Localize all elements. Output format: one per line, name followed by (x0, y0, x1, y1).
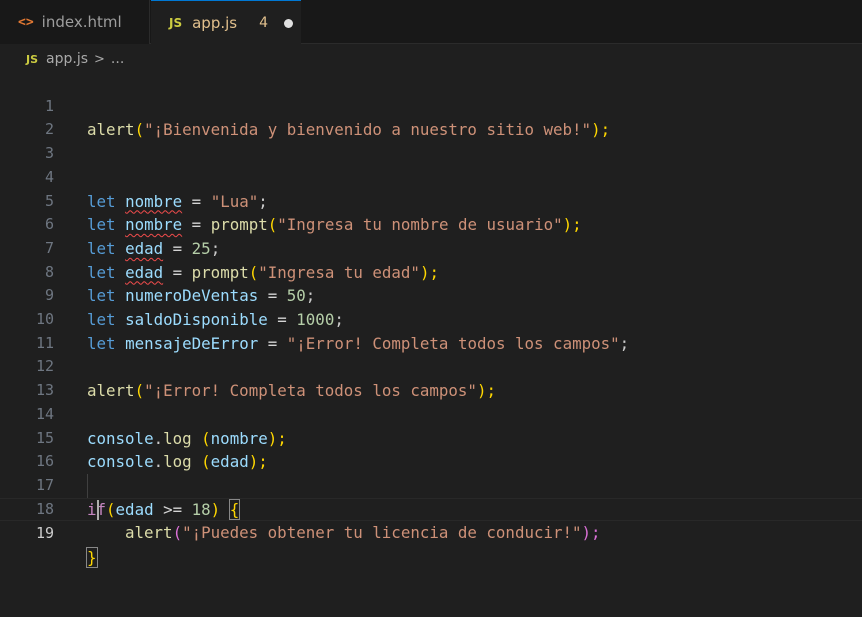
problems-count-badge: 4 (259, 15, 269, 31)
code-line[interactable]: 16 (0, 427, 862, 470)
code-line-current[interactable]: 19 } (0, 497, 862, 568)
code-line[interactable]: 5 let nombre = prompt("Ingresa tu nombre… (0, 166, 862, 235)
token-punct: ); (581, 523, 601, 543)
code-line[interactable]: 12 alert("¡Error! Completa todos los cam… (0, 332, 862, 400)
code-line[interactable]: 1 alert("¡Bienvenida y bienvenido a nues… (0, 71, 862, 140)
html-file-icon: <> (18, 14, 34, 30)
code-line[interactable]: 7 let edad = prompt("Ingresa tu edad"); (0, 213, 862, 282)
js-file-icon: JS (169, 16, 183, 30)
tab-label: app.js (192, 14, 238, 32)
code-editor[interactable]: 1 alert("¡Bienvenida y bienvenido a nues… (0, 71, 862, 568)
breadcrumb-more[interactable]: ... (111, 51, 124, 67)
breadcrumb-file[interactable]: app.js (46, 51, 88, 67)
text-cursor (97, 499, 99, 520)
tab-label: index.html (41, 13, 122, 31)
editor-tab-bar: <> index.html JS app.js 4 (0, 0, 862, 45)
breadcrumb: JS app.js > ... (0, 45, 862, 73)
unsaved-dot-icon[interactable] (284, 18, 294, 28)
code-line[interactable]: 14 console.log (nombre); (0, 379, 862, 448)
code-line[interactable]: 8 let numeroDeVentas = 50; (0, 237, 862, 306)
code-line[interactable]: 18 alert("¡Puedes obtener tu licencia de… (0, 474, 862, 543)
code-line[interactable]: 3 (0, 118, 862, 162)
token-brace-match: } (86, 547, 98, 568)
token-string: "¡Puedes obtener tu licencia de conducir… (182, 523, 582, 543)
token-function: alert (125, 523, 173, 543)
js-file-icon: JS (26, 52, 39, 66)
code-line[interactable]: 11 (0, 308, 862, 352)
tab-index-html[interactable]: <> index.html (0, 0, 150, 44)
code-line[interactable]: 4 let nombre = "Lua"; (0, 142, 862, 211)
code-line[interactable]: 9 let saldoDisponible = 1000; (0, 261, 862, 329)
chevron-right-icon: > (94, 51, 105, 67)
code-line[interactable]: 13 (0, 355, 862, 399)
code-line[interactable]: 10 let mensajeDeError = "¡Error! Complet… (0, 284, 862, 353)
code-line[interactable]: 17 if(edad >= 18) { (0, 450, 862, 520)
code-line[interactable]: 15 console.log (edad); (0, 403, 862, 472)
code-line[interactable]: 6 let edad = 25; (0, 190, 862, 258)
tab-app-js[interactable]: JS app.js 4 (151, 0, 301, 45)
line-number: 19 (35, 524, 54, 543)
token-bracket: ( (172, 523, 183, 543)
code-line[interactable]: 2 (0, 95, 862, 138)
